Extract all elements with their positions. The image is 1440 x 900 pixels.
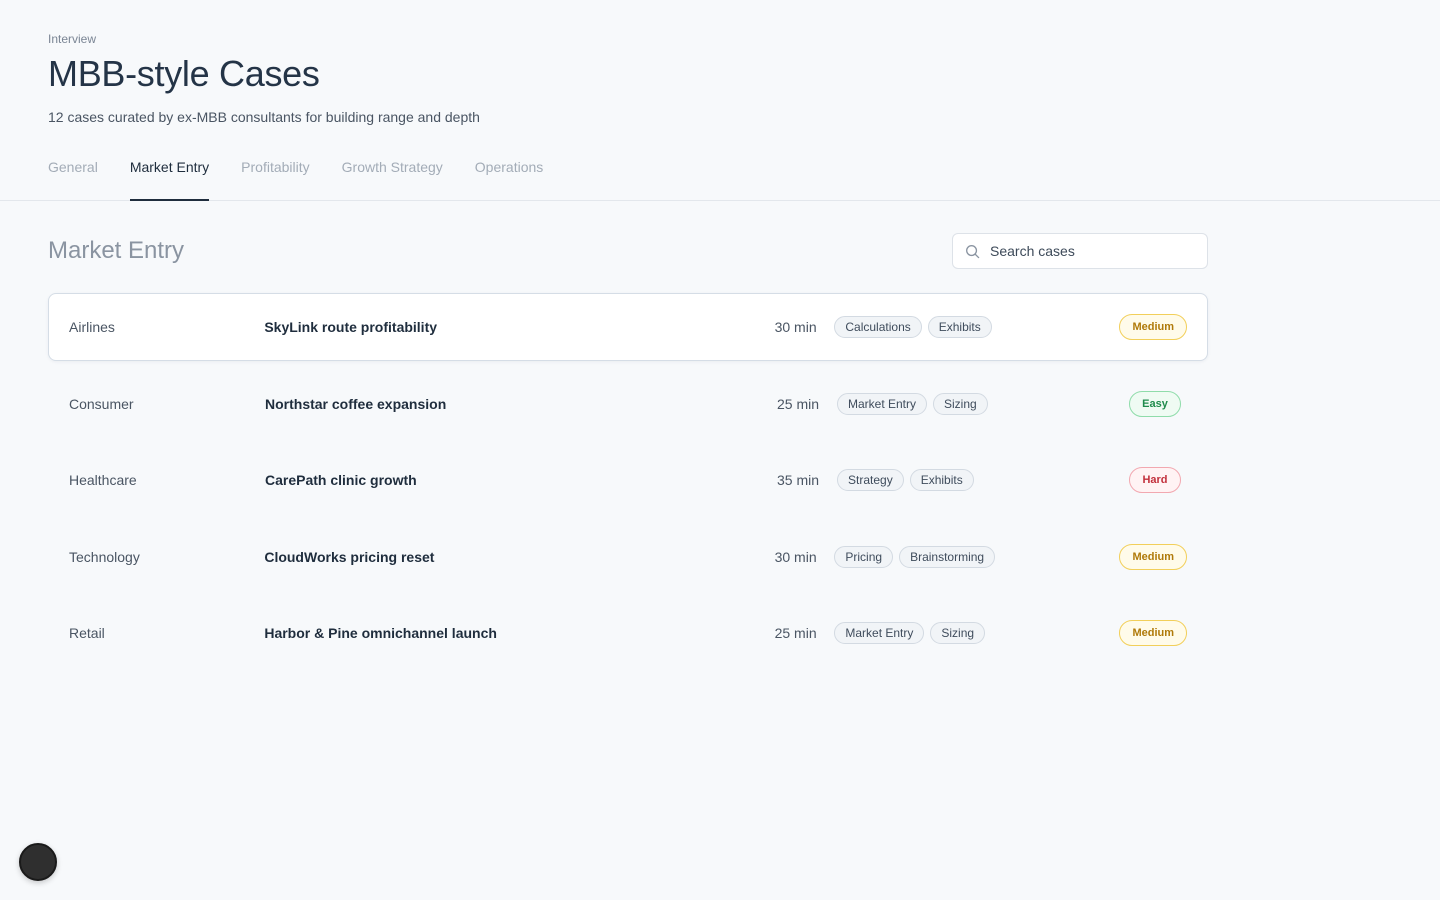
case-list: Airlines SkyLink route profitability 30 … (48, 293, 1208, 667)
difficulty-badge: Medium (1119, 314, 1188, 340)
difficulty-badge: Medium (1119, 543, 1188, 570)
case-tags: Strategy Exhibits (837, 469, 1107, 491)
tab-general[interactable]: General (48, 152, 98, 201)
page-subtitle: 12 cases curated by ex-MBB consultants f… (48, 109, 480, 125)
case-category: Airlines (69, 319, 115, 335)
case-tag: Exhibits (927, 316, 992, 338)
case-tags: Market Entry Sizing (834, 622, 1103, 644)
case-category: Retail (69, 625, 105, 641)
search-icon (966, 244, 980, 258)
case-row[interactable]: Consumer Northstar coffee expansion 25 m… (48, 370, 1208, 438)
case-tag: Strategy (837, 469, 904, 491)
tab-market-entry[interactable]: Market Entry (129, 152, 210, 201)
case-name: Harbor & Pine omnichannel launch (264, 625, 497, 641)
difficulty-badge: Easy (1129, 390, 1181, 417)
case-name: Northstar coffee expansion (265, 395, 447, 412)
search-input[interactable] (990, 243, 1195, 259)
tab-operations[interactable]: Operations (475, 152, 543, 201)
case-name: CarePath clinic growth (265, 472, 417, 488)
case-tag: Sizing (930, 622, 986, 644)
case-tag: Calculations (834, 316, 922, 338)
case-duration: 30 min (774, 548, 817, 565)
case-row[interactable]: Retail Harbor & Pine omnichannel launch … (48, 599, 1208, 667)
page-header: Interview MBB-style Cases 12 cases curat… (0, 0, 1440, 126)
case-duration: 25 min (774, 625, 817, 641)
case-tag: Market Entry (837, 392, 928, 415)
tab-profitability[interactable]: Profitability (241, 152, 309, 201)
case-row[interactable]: Technology CloudWorks pricing reset 30 m… (48, 523, 1208, 591)
case-tag: Brainstorming (899, 545, 996, 568)
case-category: Healthcare (69, 472, 137, 488)
case-tag: Market Entry (834, 622, 925, 644)
difficulty-badge: Medium (1119, 620, 1188, 646)
section-title: Market Entry (48, 237, 185, 264)
case-name: SkyLink route profitability (264, 319, 438, 335)
case-tags: Pricing Brainstorming (834, 545, 1103, 568)
case-tags: Calculations Exhibits (834, 316, 1103, 338)
case-category: Technology (69, 548, 140, 565)
case-row[interactable]: Airlines SkyLink route profitability 30 … (48, 293, 1208, 361)
page-title: MBB-style Cases (48, 53, 320, 94)
floating-action-button[interactable] (19, 843, 57, 881)
case-tag: Exhibits (909, 469, 974, 491)
difficulty-badge: Hard (1129, 467, 1181, 493)
case-name: CloudWorks pricing reset (264, 548, 435, 565)
case-tags: Market Entry Sizing (837, 392, 1107, 415)
search-box[interactable] (952, 233, 1208, 269)
case-tag: Pricing (834, 545, 894, 568)
section-header: Market Entry (0, 233, 1440, 269)
case-duration: 30 min (774, 319, 817, 335)
case-duration: 35 min (777, 472, 820, 488)
eyebrow-label: Interview (48, 32, 97, 46)
category-tabs: General Market Entry Profitability Growt… (0, 152, 1440, 201)
case-tag: Sizing (933, 392, 988, 415)
case-row[interactable]: Healthcare CarePath clinic growth 35 min… (48, 446, 1208, 514)
tab-growth-strategy[interactable]: Growth Strategy (342, 152, 443, 201)
case-duration: 25 min (777, 395, 820, 412)
case-category: Consumer (69, 395, 134, 412)
